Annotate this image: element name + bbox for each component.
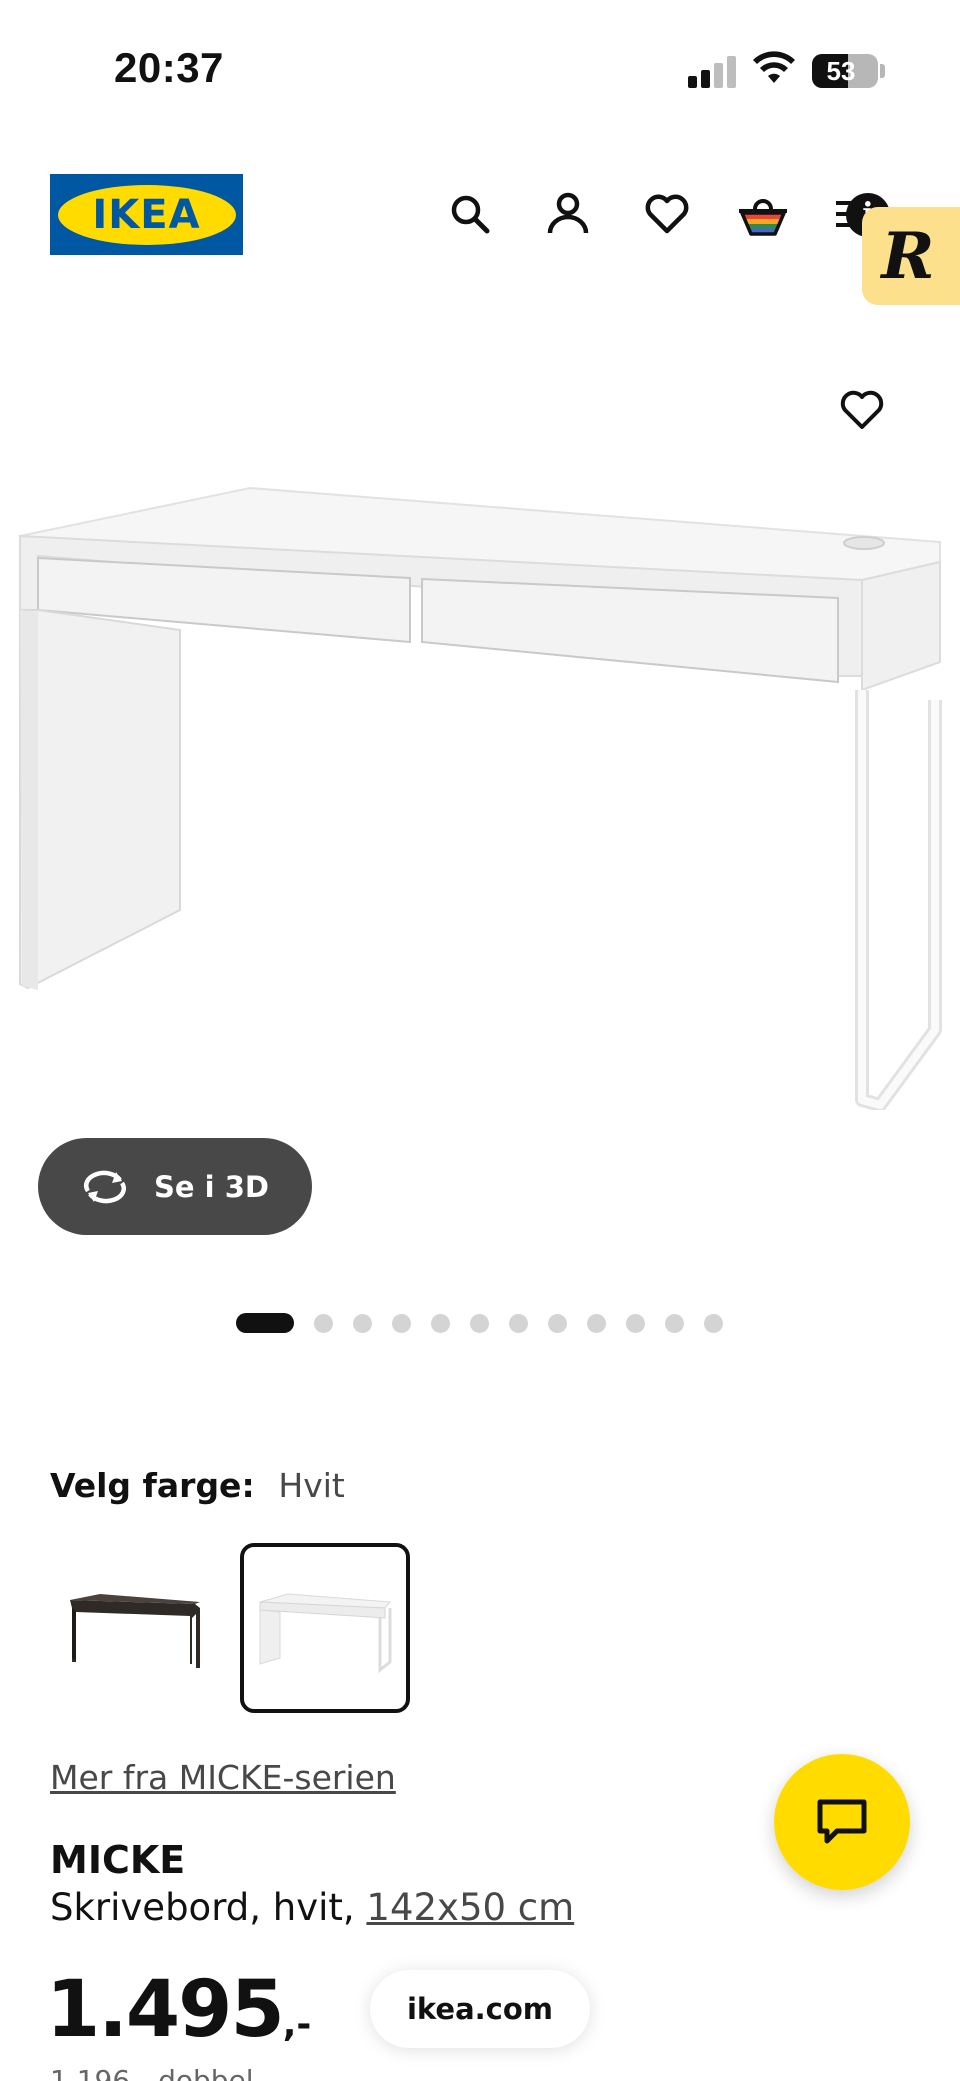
white-desk-thumbnail: [259, 1593, 392, 1674]
pagination-dot[interactable]: [314, 1313, 333, 1333]
search-icon[interactable]: [444, 188, 496, 240]
logo-text: IKEA: [92, 191, 201, 238]
favorite-button[interactable]: [836, 384, 888, 436]
product-dimensions-link[interactable]: 142x50 cm: [366, 1886, 574, 1929]
price-suffix: ,-: [282, 2004, 312, 2045]
product-price: 1.495,-: [46, 1965, 311, 2055]
status-bar: 20:37 53: [0, 0, 960, 140]
color-option-dark[interactable]: [50, 1543, 220, 1713]
color-selector-label: Velg farge: Hvit: [50, 1466, 345, 1506]
product-image[interactable]: [0, 470, 960, 1110]
chat-icon: [817, 1799, 867, 1844]
extension-letter: R: [881, 218, 935, 294]
price-amount: 1.495: [46, 1965, 285, 2055]
wifi-icon: [753, 51, 795, 83]
battery-tip: [880, 64, 885, 78]
color-label: Velg farge:: [50, 1466, 255, 1505]
status-time: 20:37: [114, 44, 224, 91]
image-pagination[interactable]: [236, 1313, 743, 1333]
pagination-dot[interactable]: [548, 1313, 567, 1333]
ikea-logo[interactable]: IKEA: [50, 174, 243, 255]
logo-oval: IKEA: [57, 184, 236, 245]
pagination-dot[interactable]: [704, 1313, 723, 1333]
product-name: MICKE: [50, 1838, 186, 1882]
pagination-dot[interactable]: [470, 1313, 489, 1333]
color-value: Hvit: [278, 1466, 345, 1505]
view-3d-button[interactable]: Se i 3D: [38, 1138, 312, 1235]
pagination-dot[interactable]: [392, 1313, 411, 1333]
account-icon[interactable]: [542, 188, 594, 240]
pagination-dot[interactable]: [626, 1313, 645, 1333]
pagination-dot[interactable]: [431, 1313, 450, 1333]
pagination-dot[interactable]: [509, 1313, 528, 1333]
pagination-dot[interactable]: [665, 1313, 684, 1333]
pagination-dot[interactable]: [587, 1313, 606, 1333]
battery-icon: 53: [812, 54, 878, 88]
product-type: Skrivebord, hvit,: [50, 1886, 367, 1929]
dark-desk-thumbnail: [70, 1594, 200, 1668]
price-secondary: 1.196 ,-dobbel: [50, 2064, 254, 2081]
product-description: Skrivebord, hvit, 142x50 cm: [50, 1886, 574, 1929]
pagination-dot-active[interactable]: [236, 1313, 294, 1333]
extension-tab[interactable]: R: [862, 207, 960, 305]
battery-level: 53: [826, 56, 856, 86]
heart-outline-icon: [840, 390, 884, 429]
pagination-dot[interactable]: [353, 1313, 372, 1333]
browser-url-bar[interactable]: ikea.com: [370, 1970, 590, 2048]
chat-button[interactable]: [774, 1754, 910, 1890]
rotate-icon: [83, 1170, 127, 1203]
heart-icon[interactable]: [641, 188, 693, 240]
basket-icon[interactable]: [737, 188, 789, 240]
series-link[interactable]: Mer fra MICKE-serien: [50, 1758, 396, 1797]
view-3d-label: Se i 3D: [154, 1169, 269, 1204]
color-option-white[interactable]: [240, 1543, 410, 1713]
signal-icon: [688, 54, 738, 88]
